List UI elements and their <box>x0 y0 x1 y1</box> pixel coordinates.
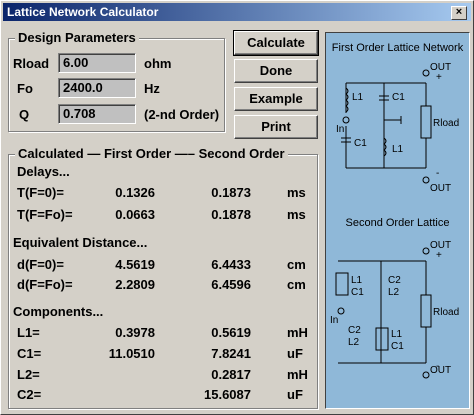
distance-first-value: 4.5619 <box>115 257 155 272</box>
l1-label: L1 <box>352 92 364 103</box>
distance-label: d(F=Fo)= <box>17 277 73 292</box>
distance-second-value: 6.4433 <box>211 257 251 272</box>
q-field[interactable]: 0.708 <box>58 104 136 124</box>
component-label: L2= <box>17 367 40 382</box>
delay-unit: ms <box>287 185 306 200</box>
rload-label-schematic: Rload <box>433 307 459 318</box>
l1-label: L1 <box>351 275 363 286</box>
delay-first-value: 0.1326 <box>115 185 155 200</box>
rload-label-schematic: Rload <box>433 118 459 129</box>
out-label: OUT <box>430 365 451 376</box>
c2-label: C2 <box>388 275 401 286</box>
in-label: In <box>336 124 344 135</box>
q-label: Q <box>19 107 30 122</box>
minus-label: - <box>436 168 439 179</box>
component-label: L1= <box>17 325 40 340</box>
schematic-panel: First Order Lattice Network Second Order… <box>325 32 470 409</box>
calculate-button[interactable]: Calculate <box>233 30 319 56</box>
component-second-value: 0.5619 <box>211 325 251 340</box>
c2-label: C2 <box>348 325 361 336</box>
distance-heading: Equivalent Distance... <box>13 235 148 250</box>
delay-first-value: 0.0663 <box>115 207 155 222</box>
print-button[interactable]: Print <box>234 115 318 139</box>
c1-label: C1 <box>391 341 404 352</box>
close-button[interactable]: × <box>451 6 467 20</box>
distance-second-value: 6.4596 <box>211 277 251 292</box>
c1-label: C1 <box>392 92 405 103</box>
title-bar: Lattice Network Calculator × <box>3 3 471 21</box>
l1-label: L1 <box>391 329 403 340</box>
component-label: C2= <box>17 387 42 402</box>
minus-label: - <box>436 361 439 372</box>
calculated-title: Calculated — First Order —– Second Order <box>15 146 288 161</box>
second-order-schematic: L1 C1 C2 L2 In C2 L2 L1 C1 Rload OUT + O… <box>330 240 459 379</box>
window-title: Lattice Network Calculator <box>7 5 159 19</box>
fo-field[interactable]: 2400.0 <box>58 78 136 98</box>
plus-label: + <box>436 250 442 261</box>
component-second-value: 15.6087 <box>204 387 251 402</box>
in-label: In <box>330 315 338 326</box>
calculator-window: Lattice Network Calculator × Design Para… <box>0 0 474 415</box>
component-first-value: 11.0510 <box>108 346 155 361</box>
component-second-value: 0.2817 <box>211 367 251 382</box>
plus-label: + <box>436 72 442 83</box>
component-unit: mH <box>287 325 308 340</box>
distance-first-value: 2.2809 <box>115 277 155 292</box>
example-button[interactable]: Example <box>234 87 318 111</box>
out-label: OUT <box>430 183 451 194</box>
c1-label: C1 <box>351 287 364 298</box>
delay-second-value: 0.1873 <box>211 185 251 200</box>
component-unit: uF <box>287 346 303 361</box>
second-order-title: Second Order Lattice <box>345 217 450 229</box>
component-first-value: 0.3978 <box>115 325 155 340</box>
component-second-value: 7.8241 <box>211 346 251 361</box>
l2-label: L2 <box>388 287 400 298</box>
components-heading: Components... <box>13 304 104 319</box>
c1-label: C1 <box>354 138 367 149</box>
done-button[interactable]: Done <box>234 59 318 83</box>
distance-label: d(F=0)= <box>17 257 64 272</box>
distance-unit: cm <box>287 277 306 292</box>
rload-field[interactable]: 6.00 <box>58 53 136 73</box>
first-order-schematic: L1 In C1 C1 L1 Rload OUT + OUT - <box>336 62 459 194</box>
q-unit: (2-nd Order) <box>144 107 220 122</box>
delay-label: T(F=Fo)= <box>17 207 73 222</box>
first-order-title: First Order Lattice Network <box>331 42 464 54</box>
distance-unit: cm <box>287 257 306 272</box>
l1-label: L1 <box>392 144 404 155</box>
component-label: C1= <box>17 346 42 361</box>
delay-label: T(F=0)= <box>17 185 64 200</box>
delay-second-value: 0.1878 <box>211 207 251 222</box>
rload-unit: ohm <box>144 56 172 71</box>
design-parameters-title: Design Parameters <box>15 30 139 45</box>
delay-unit: ms <box>287 207 306 222</box>
component-unit: uF <box>287 387 303 402</box>
fo-unit: Hz <box>144 81 160 96</box>
delays-heading: Delays... <box>17 164 70 179</box>
rload-label: Rload <box>13 56 50 71</box>
l2-label: L2 <box>348 337 360 348</box>
component-unit: mH <box>287 367 308 382</box>
fo-label: Fo <box>17 81 33 96</box>
